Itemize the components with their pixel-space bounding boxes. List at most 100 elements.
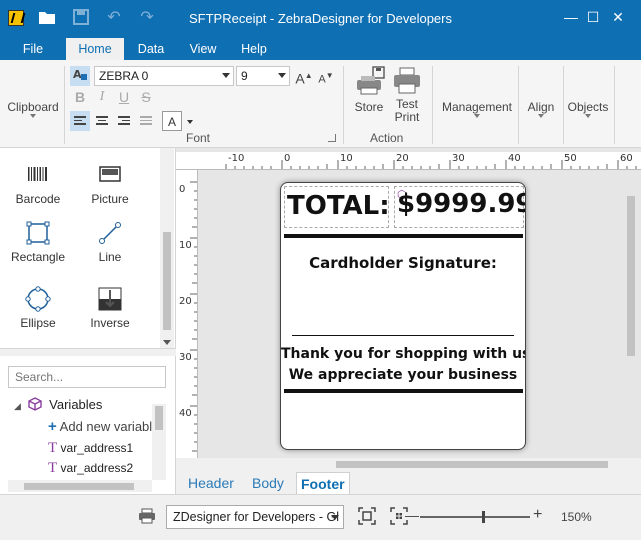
variables-hscrollbar[interactable] <box>8 480 152 492</box>
barcode-tool[interactable]: Barcode <box>3 162 73 206</box>
canvas-vscrollbar[interactable] <box>624 170 638 458</box>
thanks-line-1[interactable]: Thank you for shopping with us <box>281 346 525 362</box>
font-dialog-launcher-icon[interactable] <box>328 134 336 142</box>
ribbon-divider <box>518 66 519 144</box>
close-button[interactable]: ✕ <box>595 0 641 34</box>
variable-item[interactable]: T var_address2 <box>48 460 133 477</box>
top-divider-line[interactable] <box>284 234 523 238</box>
italic-button[interactable]: I <box>92 87 112 107</box>
scrollbar-thumb[interactable] <box>627 196 635 356</box>
bottom-divider-line[interactable] <box>284 389 523 393</box>
font-family-value: ZEBRA 0 <box>99 69 149 83</box>
shrink-font-button[interactable]: A▼ <box>316 66 336 86</box>
toolbox-panel: Barcode Picture Rectangle Line Ellipse I… <box>0 148 176 348</box>
variables-tree-root[interactable]: ◢ Variables <box>14 397 102 412</box>
tab-file[interactable]: File <box>12 38 54 60</box>
strikethrough-button[interactable]: S <box>136 87 156 107</box>
variables-root-label: Variables <box>49 397 103 412</box>
tab-footer[interactable]: Footer <box>296 472 350 494</box>
panel-splitter[interactable] <box>0 348 176 356</box>
tab-header[interactable]: Header <box>184 472 238 494</box>
printer-select[interactable]: ZDesigner for Developers - Gl <box>166 505 344 529</box>
collapse-arrow-icon[interactable]: ◢ <box>14 401 21 411</box>
fit-to-window-icon[interactable] <box>358 507 376 525</box>
variables-vscrollbar[interactable] <box>152 404 166 480</box>
total-label: TOTAL: <box>287 191 390 221</box>
ellipse-tool[interactable]: Ellipse <box>3 286 73 330</box>
ribbon-divider <box>432 66 433 144</box>
align-group-button[interactable]: Align <box>522 100 560 118</box>
section-tabs: Header Body Footer <box>176 470 641 494</box>
ellipse-tool-label: Ellipse <box>20 316 56 330</box>
font-style-icon[interactable]: A <box>70 66 90 86</box>
underline-button[interactable]: U <box>114 87 134 107</box>
scrollbar-thumb[interactable] <box>24 483 134 490</box>
printer-icon <box>139 508 155 524</box>
management-label: Management <box>441 100 513 114</box>
ruler-tick-label: 40 <box>508 153 521 164</box>
align-center-button[interactable] <box>92 111 112 131</box>
horizontal-ruler: -10 0 10 20 30 40 50 60 <box>176 152 641 170</box>
menu-bar: File Home Data View Help <box>0 38 641 60</box>
inverse-tool[interactable]: Inverse <box>75 286 145 330</box>
rectangle-tool[interactable]: Rectangle <box>3 220 73 264</box>
clipboard-label: Clipboard <box>7 100 59 114</box>
justify-icon <box>140 116 152 126</box>
shrink-font-label: A <box>318 73 326 86</box>
clipboard-group-button[interactable]: Clipboard <box>4 100 62 118</box>
tab-view[interactable]: View <box>182 38 224 60</box>
line-tool-label: Line <box>98 250 122 264</box>
barcode-tool-label: Barcode <box>15 192 61 206</box>
signature-line[interactable] <box>292 335 514 336</box>
font-size-select[interactable]: 9 <box>236 66 290 86</box>
amount-text-object[interactable]: ⬡ $9999.99 <box>394 186 525 228</box>
printer-icon <box>394 67 420 94</box>
tab-home[interactable]: Home <box>66 38 124 60</box>
zoom-in-button[interactable]: + <box>533 506 542 524</box>
font-size-value: 9 <box>241 69 248 83</box>
ruler-tick-label: 40 <box>179 408 192 419</box>
tab-data[interactable]: Data <box>130 38 172 60</box>
scrollbar-thumb[interactable] <box>155 406 163 430</box>
grow-font-label: A <box>295 70 305 87</box>
align-center-icon <box>96 116 108 126</box>
scrollbar-thumb[interactable] <box>336 461 608 468</box>
zoom-level: 150% <box>561 510 592 524</box>
font-color-button[interactable]: A <box>162 111 182 131</box>
signature-label[interactable]: Cardholder Signature: <box>281 254 525 272</box>
store-button[interactable]: Store <box>350 66 388 114</box>
align-right-icon <box>118 116 130 126</box>
variable-item[interactable]: T var_address1 <box>48 440 133 457</box>
align-left-button[interactable] <box>70 111 90 131</box>
align-right-button[interactable] <box>114 111 134 131</box>
font-family-select[interactable]: ZEBRA 0 <box>94 66 234 86</box>
thanks-line-2[interactable]: We appreciate your business <box>281 367 525 383</box>
zoom-slider-thumb[interactable] <box>481 511 485 523</box>
ruler-tick-label: 60 <box>620 153 633 164</box>
zoom-out-button[interactable]: — <box>405 507 419 523</box>
chevron-down-icon <box>187 120 193 124</box>
justify-button[interactable] <box>136 111 156 131</box>
canvas-hscrollbar[interactable] <box>176 458 641 470</box>
variable-search-input[interactable] <box>8 366 166 388</box>
add-new-variable-link[interactable]: + Add new variable <box>48 418 152 435</box>
tab-help[interactable]: Help <box>233 38 275 60</box>
line-tool[interactable]: Line <box>75 220 145 264</box>
picture-tool-label: Picture <box>91 192 129 206</box>
zoom-slider-track[interactable] <box>420 516 530 518</box>
ruler-tick-label: 30 <box>179 352 192 363</box>
bold-button[interactable]: B <box>70 87 90 107</box>
chevron-down-icon <box>331 515 339 520</box>
objects-group-button[interactable]: Objects <box>566 100 610 118</box>
scroll-down-arrow-icon[interactable] <box>163 340 171 345</box>
grow-font-button[interactable]: A▲ <box>294 66 314 87</box>
test-print-button[interactable]: Test Print <box>390 66 424 124</box>
picture-tool[interactable]: Picture <box>75 162 145 206</box>
label-design[interactable]: TOTAL: ⬡ $9999.99 Cardholder Signature: … <box>280 182 526 450</box>
tab-body[interactable]: Body <box>248 472 288 494</box>
total-text-object[interactable]: TOTAL: <box>284 186 390 228</box>
management-group-button[interactable]: Management <box>438 100 516 118</box>
toolbox-scrollbar[interactable] <box>160 148 174 348</box>
scrollbar-thumb[interactable] <box>163 232 171 330</box>
font-color-dropdown[interactable] <box>183 111 197 131</box>
